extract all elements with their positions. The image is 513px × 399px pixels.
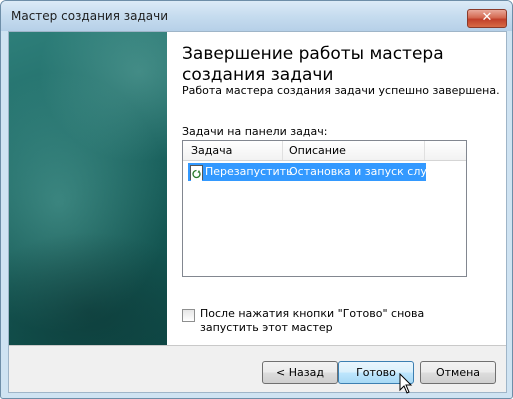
tasks-list[interactable]: Задача Описание Перезапустить Остановка … bbox=[182, 140, 467, 277]
task-description: Остановка и запуск служ... bbox=[289, 165, 448, 178]
close-button[interactable]: ✕ bbox=[467, 9, 507, 28]
wizard-window: Мастер создания задачи ✕ Завершение рабо… bbox=[0, 0, 513, 399]
back-button[interactable]: < Назад bbox=[262, 361, 338, 384]
task-name: Перезапустить bbox=[205, 165, 293, 178]
wizard-body: Завершение работы мастера создания задач… bbox=[8, 31, 507, 393]
sidebar-banner bbox=[9, 32, 167, 345]
page-title: Завершение работы мастера создания задач… bbox=[182, 44, 444, 85]
content-panel: Завершение работы мастера создания задач… bbox=[167, 32, 506, 345]
column-header-description[interactable]: Описание bbox=[289, 144, 346, 157]
restart-wizard-checkbox[interactable] bbox=[182, 309, 195, 322]
button-divider bbox=[9, 345, 506, 346]
window-title: Мастер создания задачи bbox=[11, 9, 169, 23]
task-icon bbox=[190, 165, 203, 181]
mouse-cursor-icon bbox=[399, 373, 413, 394]
list-header: Задача Описание bbox=[183, 141, 466, 161]
title-bar: Мастер создания задачи ✕ bbox=[1, 1, 512, 31]
cancel-button[interactable]: Отмена bbox=[420, 361, 496, 384]
list-item[interactable]: Перезапустить Остановка и запуск служ... bbox=[188, 163, 447, 181]
column-header-task[interactable]: Задача bbox=[191, 144, 232, 157]
page-subtitle: Работа мастера создания задачи успешно з… bbox=[182, 84, 500, 97]
tasks-list-label: Задачи на панели задач: bbox=[182, 125, 328, 138]
restart-wizard-label[interactable]: После нажатия кнопки "Готово" снова запу… bbox=[200, 307, 480, 335]
close-icon: ✕ bbox=[481, 10, 493, 25]
